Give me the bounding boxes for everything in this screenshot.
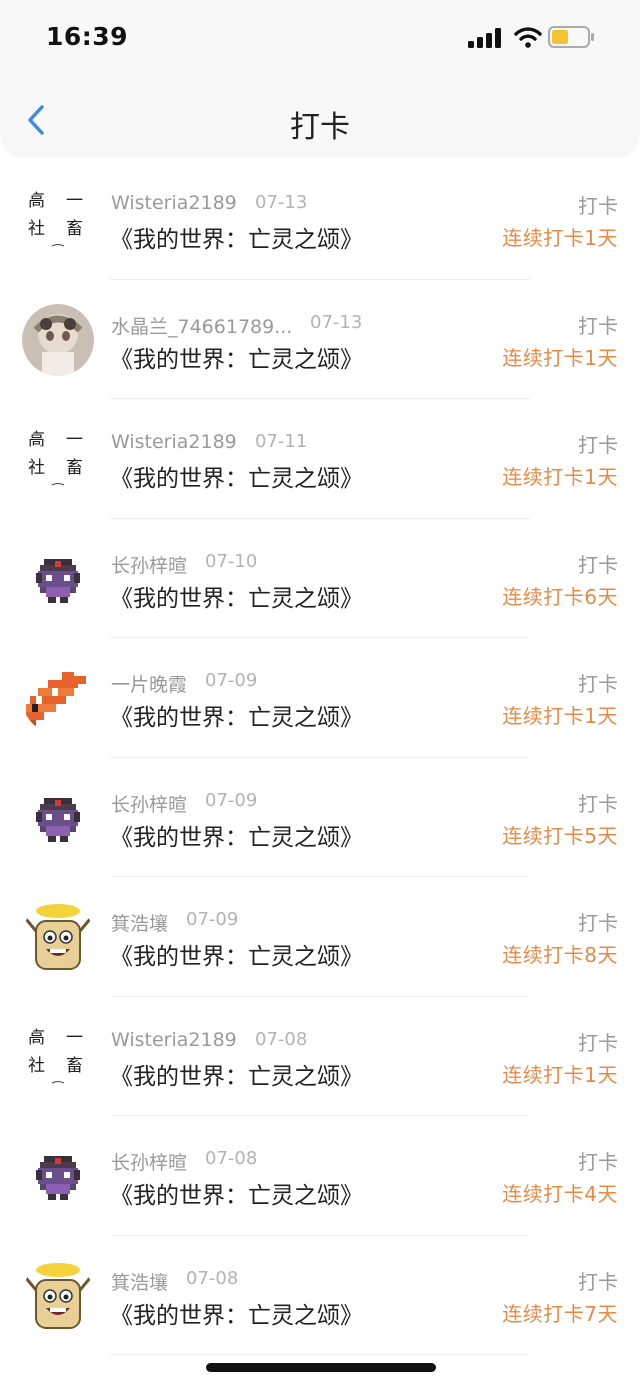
username[interactable]: Wisteria2189 [111, 431, 237, 453]
svg-text:一: 一 [66, 191, 83, 211]
streak-label: 连续打卡1天 [502, 1062, 618, 1087]
checkin-date: 07-10 [205, 550, 258, 572]
streak-label: 连续打卡1天 [502, 345, 618, 370]
checkin-label: 打卡 [578, 791, 618, 816]
signal-icon [468, 28, 501, 48]
home-indicator[interactable] [206, 1363, 436, 1372]
status-bar: 16:39 [0, 0, 640, 80]
nav-bar: 打卡 [0, 80, 640, 158]
svg-text:社: 社 [28, 219, 45, 239]
book-title[interactable]: 《我的世界：亡灵之颂》 [110, 1296, 363, 1330]
streak-label: 连续打卡5天 [502, 823, 618, 848]
calligraphy-avatar[interactable]: 高 一 社 畜 [22, 1020, 94, 1093]
streak-label: 连续打卡1天 [502, 465, 618, 489]
checkin-date: 07-09 [186, 909, 239, 930]
status-time: 16:39 [46, 22, 129, 51]
checkin-date: 07-08 [205, 1148, 258, 1169]
checkin-date: 07-11 [255, 431, 308, 452]
username[interactable]: 一片晚霞 [111, 670, 187, 697]
username[interactable]: Wisteria2189 [111, 1029, 237, 1051]
svg-text:一: 一 [66, 430, 83, 450]
book-title[interactable]: 《我的世界：亡灵之颂》 [110, 818, 363, 852]
checkin-list: 高 一 社 畜 Wisteria2189 07-13 《我的世界：亡灵之颂》 打卡 连续… [0, 160, 640, 1355]
checkin-row[interactable]: 高 一 社 畜 Wisteria2189 07-08 《我的世界：亡灵之颂》 打卡连续… [0, 997, 640, 1117]
checkin-date: 07-13 [255, 192, 308, 213]
book-title[interactable]: 《我的世界：亡灵之颂》 [110, 459, 363, 493]
book-title[interactable]: 《我的世界：亡灵之颂》 [110, 220, 363, 254]
checkin-date: 07-08 [186, 1267, 239, 1289]
svg-text:一: 一 [66, 1028, 83, 1048]
checkin-label: 打卡 [578, 911, 618, 935]
streak-label: 连续打卡8天 [502, 943, 618, 967]
book-title[interactable]: 《我的世界：亡灵之颂》 [110, 1057, 363, 1091]
checkin-row[interactable]: 水晶兰_74661789... 07-13 《我的世界：亡灵之颂》 打卡连续打卡1天 [0, 280, 640, 400]
username[interactable]: Wisteria2189 [111, 192, 237, 214]
battery-icon [548, 26, 594, 48]
streak-label: 连续打卡1天 [502, 226, 618, 250]
checkin-date: 07-09 [205, 670, 258, 691]
svg-text:畜: 畜 [66, 1056, 83, 1076]
username[interactable]: 长孙梓暄 [111, 551, 187, 578]
svg-text:畜: 畜 [66, 219, 83, 239]
checkin-row[interactable]: 高 一 社 畜 Wisteria2189 07-13 《我的世界：亡灵之颂》 打卡连续… [0, 160, 640, 280]
svg-text:高: 高 [28, 191, 45, 211]
cartoon-face-avatar[interactable] [22, 1259, 94, 1332]
svg-text:畜: 畜 [66, 458, 83, 478]
checkin-date: 07-08 [255, 1028, 308, 1050]
svg-text:社: 社 [28, 458, 45, 478]
checkin-row[interactable]: 高 一 社 畜 Wisteria2189 07-11 《我的世界：亡灵之颂》 打卡连续… [0, 399, 640, 519]
checkin-row[interactable]: 长孙梓暄 07-08 《我的世界：亡灵之颂》 打卡连续打卡4天 [0, 1116, 640, 1236]
streak-label: 连续打卡4天 [502, 1182, 618, 1206]
book-title[interactable]: 《我的世界：亡灵之颂》 [110, 340, 363, 374]
username[interactable]: 水晶兰_74661789... [111, 312, 292, 339]
calligraphy-avatar[interactable]: 高 一 社 畜 [22, 184, 94, 256]
checkin-row[interactable]: 长孙梓暄 07-09 《我的世界：亡灵之颂》 打卡连续打卡5天 [0, 758, 640, 878]
checkin-label: 打卡 [578, 433, 618, 457]
checkin-label: 打卡 [578, 552, 618, 577]
cartoon-face-avatar[interactable] [22, 901, 94, 973]
pixel-fish-avatar[interactable] [22, 662, 94, 734]
anime-girl-avatar[interactable] [22, 303, 94, 376]
checkin-row[interactable]: 长孙梓暄 07-10 《我的世界：亡灵之颂》 打卡连续打卡6天 [0, 519, 640, 639]
top-bar: 16:39 打卡 [0, 0, 640, 158]
checkin-label: 打卡 [578, 1269, 618, 1294]
username[interactable]: 箕浩壤 [111, 1268, 168, 1295]
checkin-label: 打卡 [578, 1030, 618, 1055]
calligraphy-avatar[interactable]: 高 一 社 畜 [22, 423, 94, 495]
pixel-knight-avatar[interactable] [22, 1140, 94, 1212]
checkin-row[interactable]: 箕浩壤 07-08 《我的世界：亡灵之颂》 打卡连续打卡7天 [0, 1236, 640, 1356]
streak-label: 连续打卡7天 [502, 1301, 618, 1326]
checkin-screen: 16:39 打卡 高 一 社 畜 Wisteria2189 07-13 《我的世… [0, 0, 640, 1386]
book-title[interactable]: 《我的世界：亡灵之颂》 [110, 579, 363, 613]
checkin-label: 打卡 [578, 313, 618, 338]
streak-label: 连续打卡6天 [502, 584, 618, 609]
streak-label: 连续打卡1天 [502, 704, 618, 728]
checkin-label: 打卡 [578, 194, 618, 218]
book-title[interactable]: 《我的世界：亡灵之颂》 [110, 937, 363, 971]
checkin-date: 07-09 [205, 789, 258, 811]
username[interactable]: 长孙梓暄 [111, 790, 187, 817]
svg-text:高: 高 [28, 430, 45, 450]
checkin-label: 打卡 [578, 1150, 618, 1174]
checkin-date: 07-13 [310, 311, 363, 333]
pixel-knight-avatar[interactable] [22, 542, 94, 615]
book-title[interactable]: 《我的世界：亡灵之颂》 [110, 1176, 363, 1210]
checkin-row[interactable]: 箕浩壤 07-09 《我的世界：亡灵之颂》 打卡连续打卡8天 [0, 877, 640, 997]
pixel-knight-avatar[interactable] [22, 781, 94, 854]
book-title[interactable]: 《我的世界：亡灵之颂》 [110, 698, 363, 732]
username[interactable]: 箕浩壤 [111, 909, 168, 936]
svg-text:高: 高 [28, 1028, 45, 1048]
username[interactable]: 长孙梓暄 [111, 1148, 187, 1175]
checkin-row[interactable]: 一片晚霞 07-09 《我的世界：亡灵之颂》 打卡连续打卡1天 [0, 638, 640, 758]
wifi-icon [514, 27, 542, 48]
checkin-label: 打卡 [578, 672, 618, 696]
page-title: 打卡 [290, 110, 350, 145]
svg-text:社: 社 [28, 1056, 45, 1076]
